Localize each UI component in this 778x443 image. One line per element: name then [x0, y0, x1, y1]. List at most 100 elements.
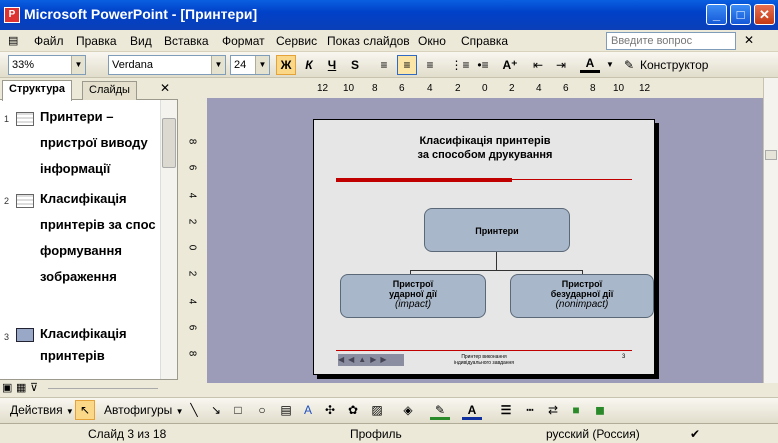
outline-number: 1	[4, 114, 10, 124]
menu-insert[interactable]: Вставка	[164, 34, 209, 48]
rectangle-icon[interactable]: □	[228, 400, 248, 420]
shadow-button[interactable]: S	[345, 55, 365, 75]
help-question-input[interactable]: Введите вопрос	[606, 32, 736, 50]
node-line: Пристрої	[392, 279, 434, 289]
menu-edit[interactable]: Правка	[76, 34, 117, 48]
root-node[interactable]: Принтери	[424, 208, 570, 252]
outline-line[interactable]: інформації	[40, 156, 170, 182]
line-style-icon[interactable]: ☰	[496, 400, 516, 420]
chevron-down-icon[interactable]: ▼	[600, 55, 620, 75]
document-icon[interactable]: ▤	[8, 34, 18, 47]
align-center-icon[interactable]: ≡	[397, 55, 417, 75]
vertical-scrollbar[interactable]	[763, 78, 778, 383]
window-title: Microsoft PowerPoint - [Принтери]	[24, 6, 258, 22]
line-color-icon[interactable]: ✎	[430, 400, 450, 420]
font-select[interactable]: Verdana ▼	[108, 55, 226, 75]
chevron-down-icon[interactable]: ▼	[211, 56, 225, 74]
slide-sorter-icon[interactable]: ▦	[16, 381, 26, 394]
slide-canvas[interactable]: Класифікація принтерів за способом друку…	[313, 119, 655, 375]
font-color-icon[interactable]: A	[462, 400, 482, 420]
font-value: Verdana	[112, 59, 153, 71]
align-right-icon[interactable]: ≡	[420, 55, 440, 75]
zoom-value: 33%	[12, 59, 35, 71]
italic-button[interactable]: К	[299, 55, 319, 75]
slide-icon-selected[interactable]	[16, 328, 34, 342]
textbox-icon[interactable]: ▤	[276, 400, 296, 420]
minimize-button[interactable]: _	[706, 4, 727, 25]
ruler-tick: 8	[186, 138, 198, 145]
font-size-select[interactable]: 24 ▼	[230, 55, 270, 75]
footer-line2: індивідуального завдання	[453, 360, 515, 366]
normal-view-icon[interactable]: ▣	[2, 381, 12, 394]
node-line: (nonimpact)	[555, 299, 609, 310]
menu-view[interactable]: Вид	[130, 34, 152, 48]
select-pointer-icon[interactable]: ↖	[75, 400, 95, 420]
chevron-down-icon[interactable]: ▼	[255, 56, 269, 74]
menu-file[interactable]: Файл	[34, 34, 64, 48]
outline-scrollbar[interactable]	[160, 100, 177, 379]
dash-style-icon[interactable]: ┅	[520, 400, 540, 420]
picture-icon[interactable]: ▨	[367, 400, 387, 420]
bold-button[interactable]: Ж	[276, 55, 296, 75]
slideshow-icon[interactable]: ⊽	[30, 381, 38, 394]
menu-slideshow[interactable]: Показ слайдов	[327, 34, 410, 48]
scrollbar-thumb[interactable]	[765, 150, 777, 160]
decrease-indent-icon[interactable]: ⇤	[528, 55, 548, 75]
outline-line[interactable]: Принтери –	[40, 104, 170, 130]
bullet-list-icon[interactable]: •≡	[473, 55, 493, 75]
tab-slides[interactable]: Слайды	[82, 81, 137, 100]
increase-indent-icon[interactable]: ⇥	[551, 55, 571, 75]
menu-help[interactable]: Справка	[461, 34, 508, 48]
slide-icon[interactable]	[16, 194, 34, 208]
3d-style-icon[interactable]: ◼	[590, 400, 610, 420]
menu-format[interactable]: Формат	[222, 34, 265, 48]
horizontal-ruler: 12 10 8 6 4 2 0 2 4 6 8 10 12	[179, 78, 763, 98]
shadow-style-icon[interactable]: ■	[566, 400, 586, 420]
menu-window[interactable]: Окно	[418, 34, 446, 48]
ruler-tick: 8	[372, 83, 378, 94]
numbered-list-icon[interactable]: ⋮≡	[450, 55, 470, 75]
outline-number: 2	[4, 196, 10, 206]
tab-outline[interactable]: Структура	[2, 80, 72, 101]
maximize-button[interactable]: □	[730, 4, 751, 25]
line-icon[interactable]: ╲	[184, 400, 204, 420]
slide-icon[interactable]	[16, 112, 34, 126]
close-icon[interactable]: ✕	[160, 81, 170, 95]
close-button[interactable]: ✕	[754, 4, 775, 25]
wordart-icon[interactable]: A	[298, 400, 318, 420]
impact-node[interactable]: Пристрої ударної дії (impact)	[340, 274, 486, 318]
outline-line[interactable]: формування	[40, 238, 170, 264]
outline-line[interactable]: зображення	[40, 264, 170, 290]
outline-line[interactable]: принтерів	[40, 343, 170, 369]
font-color-icon[interactable]: A	[580, 55, 600, 73]
slide-title-line: за способом друкування	[417, 149, 553, 161]
zoom-select[interactable]: 33% ▼	[8, 55, 86, 75]
chevron-down-icon[interactable]: ▼	[71, 56, 85, 74]
arrow-style-icon[interactable]: ⇄	[543, 400, 563, 420]
nav-buttons[interactable]: ◀◀▲▶▶	[338, 354, 404, 366]
actions-menu[interactable]: Действия ▼	[10, 403, 74, 417]
menu-tools[interactable]: Сервис	[276, 34, 317, 48]
powerpoint-app-icon[interactable]: P	[4, 7, 20, 23]
diagram-icon[interactable]: ✣	[320, 400, 340, 420]
autoshapes-menu[interactable]: Автофигуры ▼	[104, 403, 184, 417]
nonimpact-node[interactable]: Пристрої безударної дії (nonimpact)	[510, 274, 654, 318]
increase-font-icon[interactable]: A⁺	[500, 55, 520, 75]
outline-line[interactable]: принтерів за спос	[40, 212, 160, 238]
title-bar: P Microsoft PowerPoint - [Принтери] _ □ …	[0, 0, 778, 30]
designer-icon[interactable]: ✎	[622, 55, 636, 75]
align-left-icon[interactable]: ≡	[374, 55, 394, 75]
doc-close-icon[interactable]: ✕	[744, 33, 754, 47]
arrow-icon[interactable]: ↘	[206, 400, 226, 420]
fill-color-icon[interactable]: ◈	[398, 400, 418, 420]
designer-button[interactable]: Конструктор	[640, 58, 708, 72]
oval-icon[interactable]: ○	[252, 400, 272, 420]
slide-title[interactable]: Класифікація принтерів за способом друку…	[314, 134, 656, 162]
outline-line[interactable]: пристрої виводу	[40, 130, 170, 156]
clipart-icon[interactable]: ✿	[343, 400, 363, 420]
h-scroll-track[interactable]	[48, 388, 158, 389]
scrollbar-thumb[interactable]	[162, 118, 176, 168]
underline-button[interactable]: Ч	[322, 55, 342, 75]
outline-line[interactable]: Класифікація	[40, 186, 170, 212]
slide-number: 3	[622, 354, 626, 360]
